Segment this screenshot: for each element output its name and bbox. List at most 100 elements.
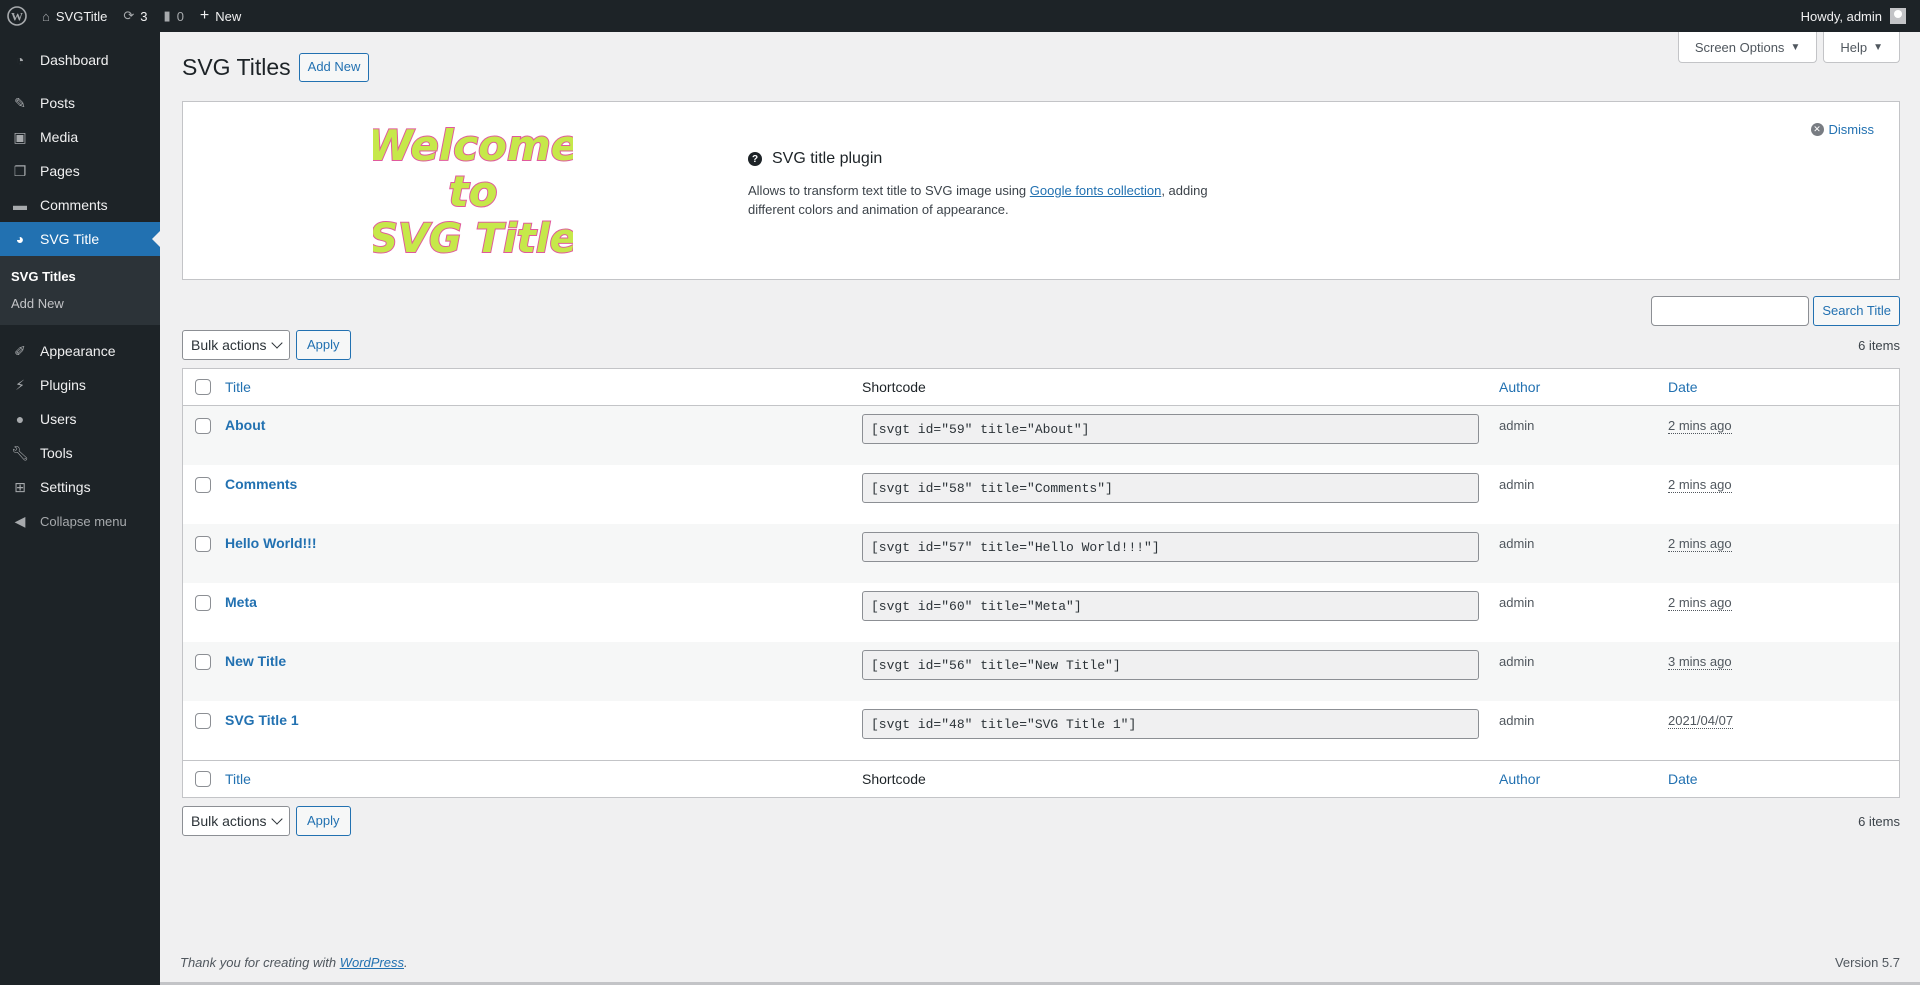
- row-date: 2 mins ago: [1668, 536, 1732, 552]
- sidebar-item-label: Pages: [40, 163, 80, 179]
- bulk-actions-select[interactable]: Bulk actions: [182, 330, 290, 360]
- column-date-sort[interactable]: Date: [1668, 379, 1698, 395]
- row-date: 2021/04/07: [1668, 713, 1734, 729]
- table-row: Meta [svgt id="60" title="Meta"] admin 2…: [183, 583, 1899, 642]
- updates-icon: ⟳: [123, 8, 135, 23]
- add-new-button[interactable]: Add New: [298, 53, 370, 82]
- column-title-sort-bottom[interactable]: Title: [225, 771, 251, 787]
- updates-link[interactable]: ⟳ 3: [115, 0, 155, 32]
- collapse-arrow-icon: ◀: [14, 512, 26, 529]
- column-author-sort-bottom[interactable]: Author: [1499, 771, 1540, 787]
- select-all-checkbox-bottom[interactable]: [195, 771, 211, 787]
- submenu-item-svg-titles[interactable]: SVG Titles: [0, 263, 160, 290]
- row-author: admin: [1499, 418, 1535, 433]
- help-question-icon: ?: [748, 152, 762, 166]
- sidebar-item-label: Comments: [40, 197, 108, 213]
- page-title: SVG Titles: [182, 53, 291, 80]
- bulk-actions-select-bottom[interactable]: Bulk actions: [182, 806, 290, 836]
- svg-text:W: W: [11, 10, 23, 24]
- comments-icon: ▬: [13, 197, 27, 213]
- sidebar-item-appearance[interactable]: ✐ Appearance: [0, 334, 160, 368]
- comment-bubble-icon: ▮: [163, 8, 171, 23]
- plugin-icon: ⚡: [15, 376, 25, 393]
- sidebar-item-media[interactable]: ▣ Media: [0, 120, 160, 154]
- sidebar-item-posts[interactable]: ✎ Posts: [0, 86, 160, 120]
- footer-version: Version 5.7: [1834, 955, 1900, 970]
- shortcode-field[interactable]: [svgt id="57" title="Hello World!!!"]: [862, 532, 1479, 562]
- items-count: 6 items: [1858, 337, 1900, 353]
- collapse-menu-button[interactable]: ◀ Collapse menu: [0, 504, 160, 538]
- sidebar-item-tools[interactable]: 🔧︎ Tools: [0, 436, 160, 470]
- search-title-button[interactable]: Search Title: [1813, 296, 1900, 326]
- select-all-cell: [183, 379, 223, 395]
- sidebar-item-comments[interactable]: ▬ Comments: [0, 188, 160, 222]
- home-icon: ⌂: [42, 8, 50, 24]
- search-box: Search Title: [1651, 296, 1900, 326]
- row-title-link[interactable]: About: [225, 417, 265, 433]
- sidebar-item-label: Media: [40, 129, 79, 145]
- shortcode-field[interactable]: [svgt id="56" title="New Title"]: [862, 650, 1479, 680]
- dismiss-button[interactable]: ✕ Dismiss: [1810, 122, 1874, 137]
- row-title-link[interactable]: Hello World!!!: [225, 535, 317, 551]
- brush-icon: ✐: [14, 342, 26, 359]
- avatar: [1890, 8, 1906, 24]
- media-icon: ▣: [13, 128, 27, 145]
- row-title-link[interactable]: SVG Title 1: [225, 712, 299, 728]
- sidebar-item-dashboard[interactable]: ◔ Dashboard: [0, 43, 160, 77]
- row-author: admin: [1499, 477, 1535, 492]
- google-fonts-link[interactable]: Google fonts collection: [1030, 183, 1162, 198]
- row-date: 2 mins ago: [1668, 595, 1732, 611]
- row-author: admin: [1499, 595, 1535, 610]
- main-content: SVG Titles Add New Welcome to SVG Title …: [182, 32, 1900, 836]
- table-row: About [svgt id="59" title="About"] admin…: [183, 406, 1899, 465]
- new-label: New: [215, 8, 242, 24]
- row-title-link[interactable]: Comments: [225, 476, 297, 492]
- wordpress-link[interactable]: WordPress: [340, 955, 404, 970]
- svg-title-submenu: SVG Titles Add New: [0, 256, 160, 325]
- column-author-sort[interactable]: Author: [1499, 379, 1540, 395]
- settings-icon: ⊞: [14, 478, 26, 495]
- sidebar-item-label: Users: [40, 411, 77, 427]
- row-checkbox[interactable]: [195, 536, 211, 552]
- row-checkbox[interactable]: [195, 713, 211, 729]
- select-all-checkbox[interactable]: [195, 379, 211, 395]
- shortcode-field[interactable]: [svgt id="59" title="About"]: [862, 414, 1479, 444]
- wordpress-logo-icon[interactable]: W: [0, 0, 34, 32]
- search-input[interactable]: [1651, 296, 1810, 326]
- shortcode-field[interactable]: [svgt id="58" title="Comments"]: [862, 473, 1479, 503]
- apply-button[interactable]: Apply: [296, 330, 351, 360]
- site-name-label: SVGTitle: [55, 8, 108, 24]
- my-account-link[interactable]: Howdy, admin: [1793, 0, 1914, 32]
- sidebar-item-users[interactable]: ● Users: [0, 402, 160, 436]
- sidebar-item-pages[interactable]: ❐ Pages: [0, 154, 160, 188]
- row-checkbox[interactable]: [195, 654, 211, 670]
- table-row: Comments [svgt id="58" title="Comments"]…: [183, 465, 1899, 524]
- shortcode-field[interactable]: [svgt id="48" title="SVG Title 1"]: [862, 709, 1479, 739]
- row-title-link[interactable]: New Title: [225, 653, 286, 669]
- table-row: New Title [svgt id="56" title="New Title…: [183, 642, 1899, 701]
- row-checkbox[interactable]: [195, 477, 211, 493]
- footer-thanks-text: Thank you for creating with: [180, 955, 340, 970]
- row-checkbox[interactable]: [195, 418, 211, 434]
- sidebar-item-plugins[interactable]: ⚡ Plugins: [0, 368, 160, 402]
- site-name-link[interactable]: ⌂ SVGTitle: [34, 0, 115, 32]
- comments-link[interactable]: ▮ 0: [156, 0, 192, 32]
- chevron-down-icon: [271, 337, 283, 349]
- column-title-sort[interactable]: Title: [225, 379, 251, 395]
- sidebar-item-svg-title[interactable]: ◕ SVG Title: [0, 222, 160, 256]
- sidebar-item-settings[interactable]: ⊞ Settings: [0, 470, 160, 504]
- users-icon: ●: [15, 411, 25, 427]
- submenu-item-add-new[interactable]: Add New: [0, 290, 160, 317]
- footer-thanks-end: .: [404, 955, 408, 970]
- new-content-link[interactable]: + New: [192, 0, 249, 32]
- row-title-link[interactable]: Meta: [225, 594, 257, 610]
- notice-title-text: SVG title plugin: [772, 150, 883, 167]
- apply-button-bottom[interactable]: Apply: [296, 806, 351, 836]
- shortcode-field[interactable]: [svgt id="60" title="Meta"]: [862, 591, 1479, 621]
- row-checkbox[interactable]: [195, 595, 211, 611]
- howdy-label: Howdy, admin: [1800, 8, 1882, 24]
- plugin-notice: Welcome to SVG Title ? SVG title plugin …: [182, 101, 1900, 280]
- admin-sidebar: ◔ Dashboard ✎ Posts ▣ Media ❐ Pages ▬ Co…: [0, 32, 160, 985]
- row-date: 3 mins ago: [1668, 654, 1732, 670]
- column-date-sort-bottom[interactable]: Date: [1668, 771, 1698, 787]
